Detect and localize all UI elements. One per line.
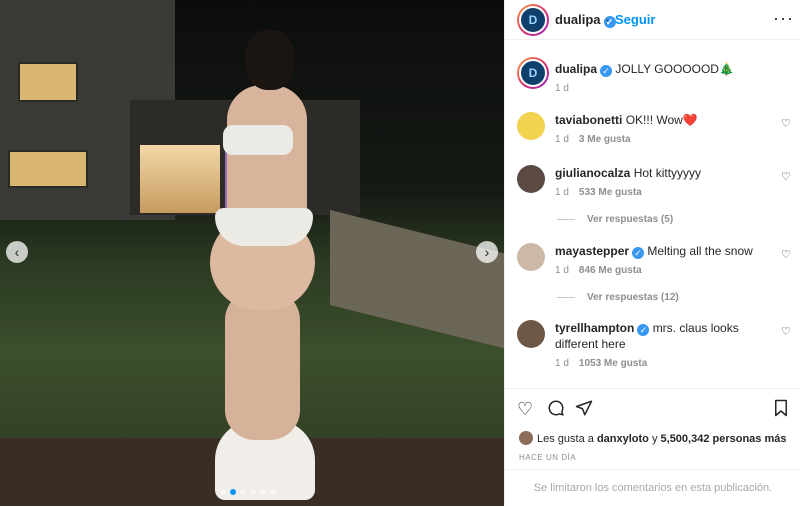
caption-age: 1 d — [555, 83, 569, 94]
comment-text: OK!!! Wow❤️ — [625, 113, 698, 127]
verified-badge-icon: ✓ — [632, 247, 645, 259]
carousel-dot — [240, 489, 246, 495]
view-replies-button[interactable]: Ver respuestas (5) — [557, 214, 673, 225]
post-header: D dualipa ✓ · Seguir ··· — [505, 0, 800, 40]
carousel-dot-active — [230, 489, 236, 495]
comment-item: taviabonetti OK!!! Wow❤️ 1 d3 Me gusta — [555, 113, 698, 145]
instagram-post: ‹ › D dualipa ✓ · Seguir ··· D dualipa ✓ J… — [0, 0, 800, 506]
comment-item: mayastepper ✓ Melting all the snow 1 d 846… — [555, 244, 753, 276]
comment-icon[interactable] — [547, 399, 565, 422]
comment-text: Hot kittyyyyy — [633, 166, 702, 180]
carousel-dot — [260, 489, 266, 495]
likes-summary: Les gusta a danxyloto y 5,500,342 person… — [519, 431, 787, 445]
comments-limited-notice: Se limitaron los comentarios en esta pub… — [505, 469, 800, 507]
comment-username[interactable]: taviabonetti — [555, 113, 622, 127]
comment-item: giulianocalza Hot kittyyyyy 1 d 533 Me gu… — [555, 166, 702, 198]
post-age: HACE UN DÍA — [519, 453, 577, 462]
post-sidebar: D dualipa ✓ · Seguir ··· D dualipa ✓ JOLLY… — [504, 0, 800, 506]
share-icon[interactable] — [575, 399, 593, 422]
verified-badge-icon: ✓ — [637, 324, 650, 336]
post-photo[interactable]: ‹ › — [0, 0, 504, 506]
comment-likes[interactable]: 533 Me gusta — [579, 187, 642, 198]
author-avatar[interactable]: D — [517, 4, 549, 36]
heart-icon[interactable]: ♡ — [517, 399, 533, 420]
bookmark-icon[interactable] — [773, 399, 789, 422]
comment-item: tyrellhampton ✓ mrs. claus looks differen… — [555, 321, 739, 369]
view-replies-button[interactable]: Ver respuestas (12) — [557, 292, 679, 303]
comment-like-heart-icon[interactable]: ♡ — [781, 117, 791, 130]
likes-count[interactable]: 5,500,342 personas más — [661, 433, 787, 445]
comment-avatar[interactable] — [517, 320, 545, 348]
carousel-dot — [220, 489, 226, 495]
comment-avatar[interactable] — [517, 165, 545, 193]
action-bar: ♡ Les gusta a danxyloto y 5,500,342 pers… — [505, 388, 800, 506]
comment-username[interactable]: mayastepper — [555, 244, 629, 258]
person-figure — [205, 30, 325, 500]
carousel-dots — [220, 489, 276, 495]
more-options-icon[interactable]: ··· — [773, 8, 794, 29]
post-caption: dualipa ✓ JOLLY GOOOOOD🎄 1 d — [555, 61, 785, 94]
comment-avatar[interactable] — [517, 243, 545, 271]
carousel-dot — [270, 489, 276, 495]
comment-likes[interactable]: 3 Me gusta — [579, 134, 631, 145]
carousel-next-button[interactable]: › — [476, 241, 498, 263]
comment-like-heart-icon[interactable]: ♡ — [781, 325, 791, 338]
caption-author-avatar[interactable]: D — [517, 57, 549, 89]
carousel-dot — [250, 489, 256, 495]
comment-username[interactable]: giulianocalza — [555, 166, 630, 180]
caption-username[interactable]: dualipa — [555, 62, 597, 76]
comment-likes[interactable]: 846 Me gusta — [579, 265, 642, 276]
carousel-prev-button[interactable]: ‹ — [6, 241, 28, 263]
comment-avatar[interactable] — [517, 112, 545, 140]
follow-button[interactable]: Seguir — [615, 12, 655, 27]
comment-text: Melting all the snow — [647, 244, 753, 258]
caption-text: JOLLY GOOOOOD🎄 — [615, 62, 734, 76]
comment-username[interactable]: tyrellhampton — [555, 321, 634, 335]
verified-badge-icon: ✓ — [600, 65, 613, 77]
comment-like-heart-icon[interactable]: ♡ — [781, 248, 791, 261]
comment-like-heart-icon[interactable]: ♡ — [781, 170, 791, 183]
liker-avatar — [519, 431, 533, 445]
comment-likes[interactable]: 1053 Me gusta — [579, 358, 647, 369]
liker-username[interactable]: danxyloto — [597, 433, 649, 445]
